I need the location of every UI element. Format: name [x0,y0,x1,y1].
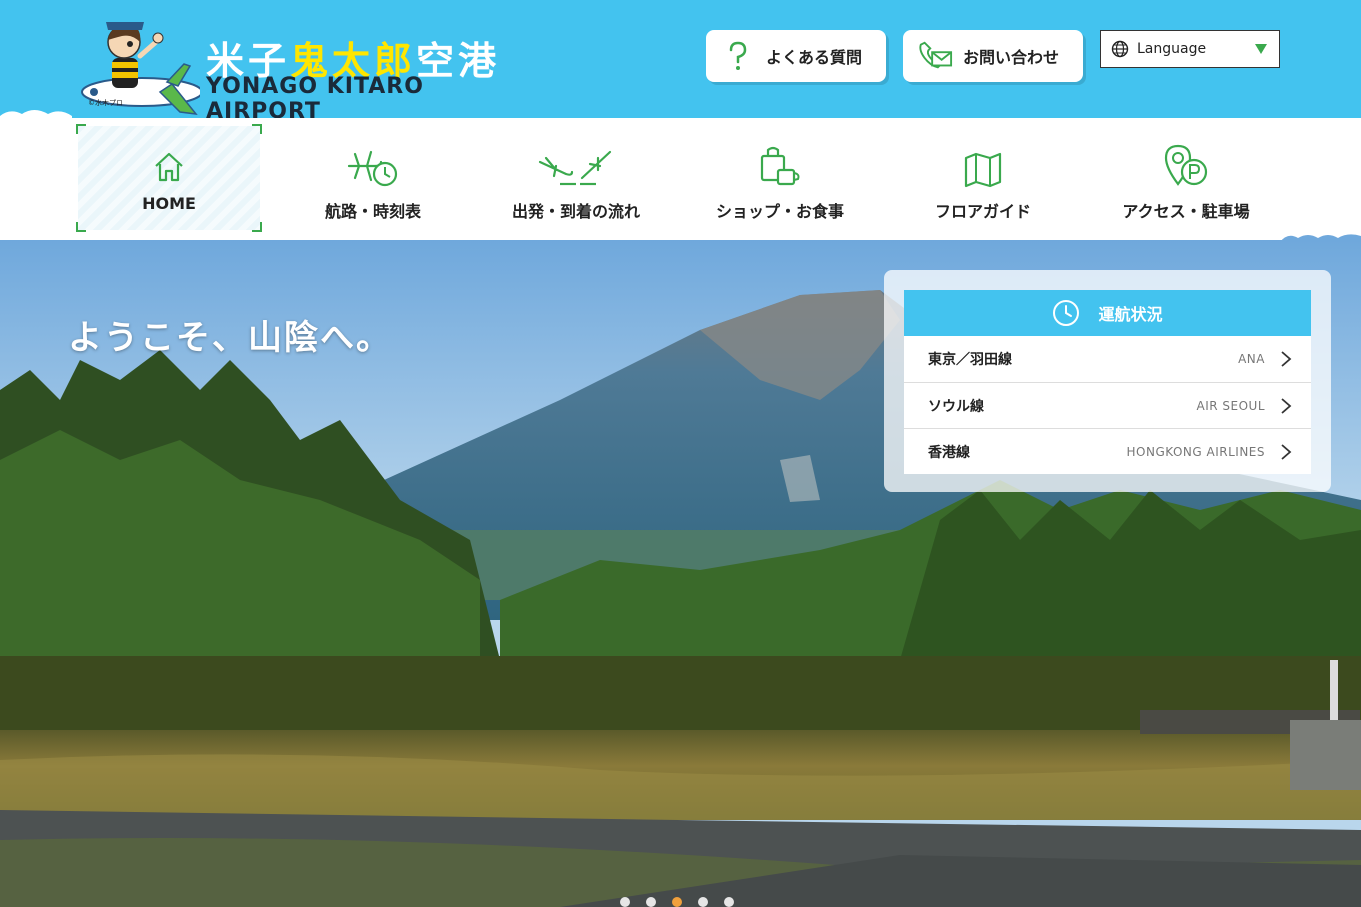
nav-wave-divider [0,240,1361,246]
question-icon [720,38,756,74]
contact-button[interactable]: お問い合わせ [903,30,1083,82]
chevron-right-icon [1281,351,1292,367]
parking-location-icon [1162,144,1210,188]
carousel-dot[interactable] [698,897,708,907]
home-icon [152,140,186,184]
route-airline: HONGKONG AIRLINES [1126,444,1265,459]
corner-mark [76,222,86,232]
route-name: 香港線 [928,444,970,461]
language-label: Language [1137,41,1207,57]
hero-welcome-text: ようこそ、山陰へ。 [68,318,392,358]
language-select[interactable]: Language [1100,30,1280,68]
nav-item-departure-arrival[interactable]: 出発・到着の流れ [488,130,664,236]
corner-mark [76,124,86,134]
faq-button[interactable]: よくある質問 [706,30,886,82]
shop-icon [758,144,802,188]
nav-item-shops-dining[interactable]: ショップ・お食事 [700,130,860,236]
carousel-dot[interactable] [724,897,734,907]
flight-status-panel: 運航状況 東京／羽田線 ANA ソウル線 AIR SEOUL 香港線 HONGK… [884,270,1331,492]
corner-mark [252,222,262,232]
site-header: 米子鬼太郎空港 YONAGO KITARO AIRPORT ©水木プロ よくある… [0,0,1361,124]
nav-label: ショップ・お食事 [715,202,844,221]
flight-status-title: 運航状況 [1098,305,1163,324]
contact-label: お問い合わせ [963,48,1060,67]
nav-label: HOME [142,194,196,213]
route-row-tokyo-haneda[interactable]: 東京／羽田線 ANA [904,336,1311,382]
chevron-right-icon [1281,443,1292,460]
nav-item-routes-timetable[interactable]: 航路・時刻表 [292,130,454,236]
route-name: ソウル線 [928,398,984,415]
phone-mail-icon [917,38,953,74]
departure-arrival-icon [536,144,616,188]
carousel-dot[interactable] [646,897,656,907]
nav-label: 航路・時刻表 [324,202,421,221]
nav-label: アクセス・駐車場 [1122,202,1250,221]
main-navigation: HOME 航路・時刻表 出発・到着の流れ ショップ・お食事 フロアガイド アクセ… [0,118,1361,240]
hero-top-wave [1280,234,1361,242]
map-icon [963,144,1003,188]
globe-icon [1111,40,1129,58]
nav-item-floor-guide[interactable]: フロアガイド [912,130,1054,236]
route-row-hongkong[interactable]: 香港線 HONGKONG AIRLINES [904,428,1311,474]
route-airline: AIR SEOUL [1196,398,1265,413]
route-airline: ANA [1238,352,1265,366]
dropdown-caret-icon [1255,44,1267,54]
clock-icon [1053,300,1080,326]
nav-item-access-parking[interactable]: アクセス・駐車場 [1106,130,1266,236]
carousel-pagination [620,897,734,907]
plane-clock-icon [345,144,401,188]
route-row-seoul[interactable]: ソウル線 AIR SEOUL [904,382,1311,428]
faq-label: よくある質問 [766,48,863,67]
nav-label: フロアガイド [934,202,1031,221]
flight-status-header: 運航状況 [904,290,1311,336]
nav-label: 出発・到着の流れ [511,202,640,221]
corner-mark [252,124,262,134]
chevron-right-icon [1281,397,1292,414]
nav-item-home[interactable]: HOME [76,124,262,232]
route-name: 東京／羽田線 [928,352,1012,368]
carousel-dot-active[interactable] [672,897,682,907]
carousel-dot[interactable] [620,897,630,907]
